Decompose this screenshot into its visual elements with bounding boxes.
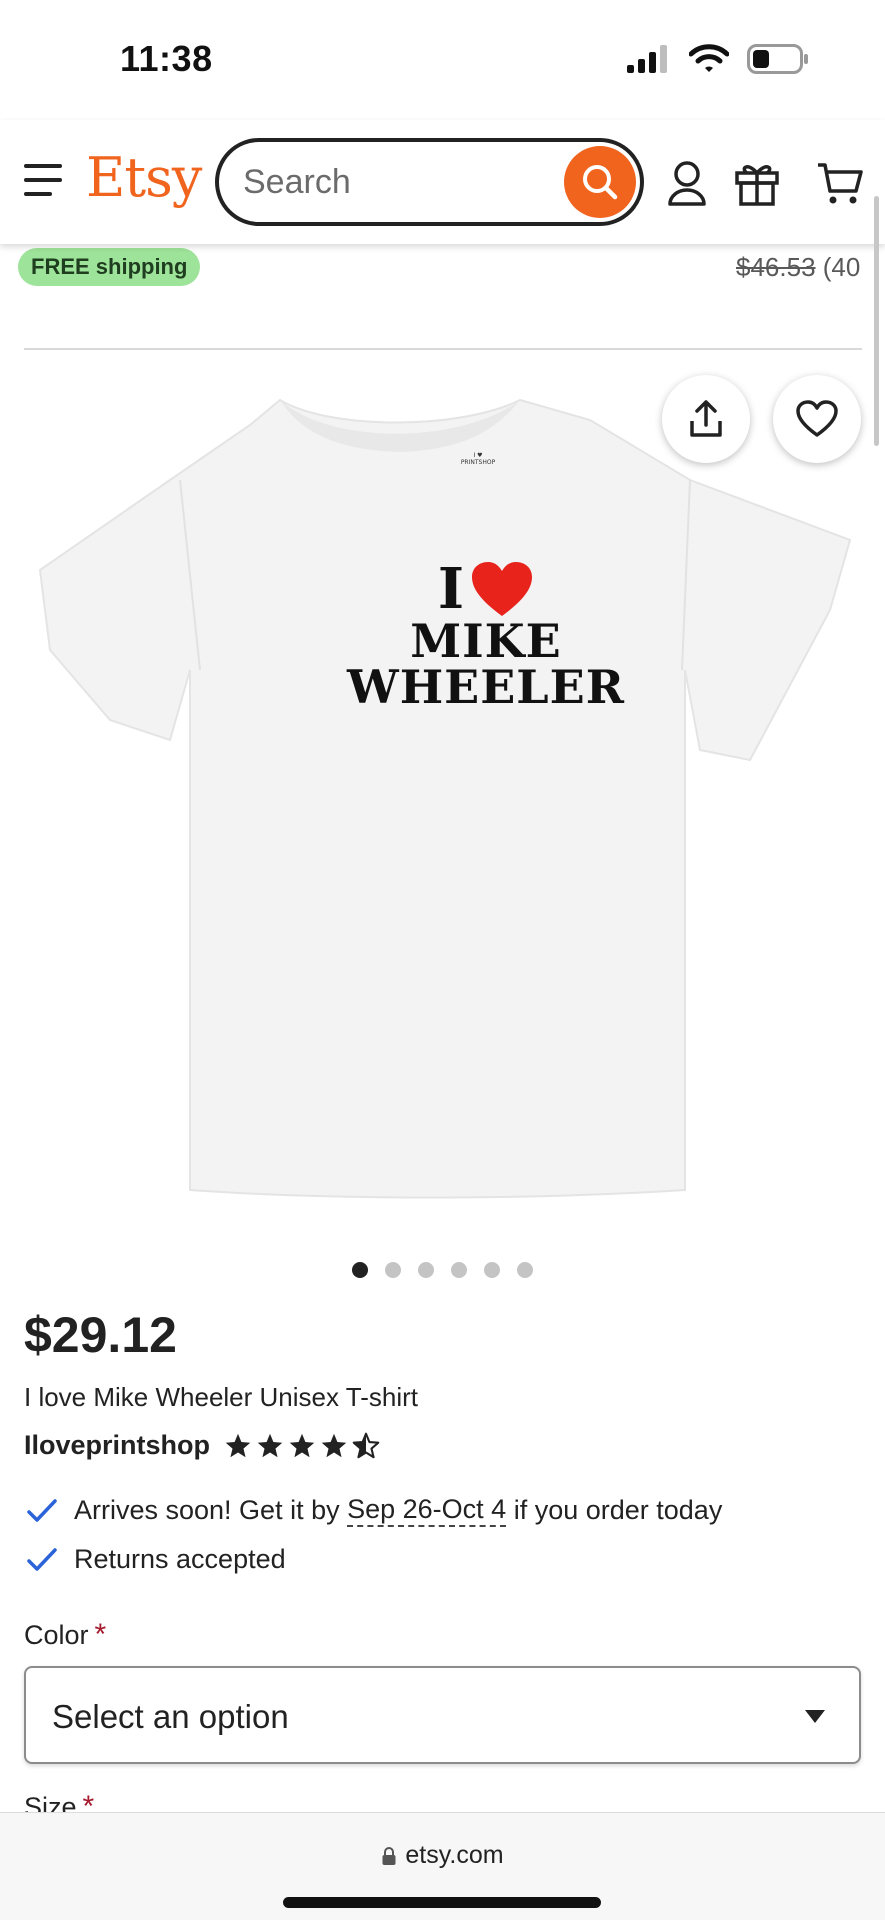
carousel-dot[interactable]	[451, 1262, 467, 1278]
gift-button[interactable]	[732, 158, 782, 208]
home-indicator[interactable]	[283, 1897, 601, 1908]
shop-name-link[interactable]: Iloveprintshop	[24, 1430, 210, 1461]
cart-icon	[818, 163, 863, 204]
star-icon	[289, 1433, 315, 1457]
print-line-1: I	[437, 556, 465, 622]
original-price-value: $46.53	[736, 252, 816, 282]
divider	[24, 348, 862, 350]
star-rating[interactable]	[224, 1432, 380, 1460]
print-line-3: WHEELER	[347, 660, 625, 714]
search-input[interactable]	[243, 160, 543, 204]
battery-icon	[747, 44, 809, 79]
carousel-dot[interactable]	[352, 1262, 368, 1278]
arrival-info: Arrives soon! Get it by Sep 26-Oct 4 if …	[26, 1494, 722, 1527]
wifi-icon	[688, 44, 730, 79]
product-title: I love Mike Wheeler Unisex T-shirt	[24, 1382, 418, 1412]
search-button[interactable]	[564, 146, 636, 218]
shop-row: Iloveprintshop	[24, 1430, 380, 1461]
user-icon	[668, 161, 706, 206]
checkmark-icon	[27, 1498, 57, 1522]
returns-info: Returns accepted	[26, 1544, 286, 1575]
checkmark-icon	[27, 1547, 57, 1571]
menu-button[interactable]	[24, 164, 66, 198]
product-image[interactable]: I ♥ PRINTSHOP I MIKE WHEELER	[30, 370, 861, 1210]
etsy-logo[interactable]: Etsy	[86, 146, 202, 209]
share-icon	[690, 400, 722, 437]
carousel-dot[interactable]	[385, 1262, 401, 1278]
account-button[interactable]	[662, 158, 712, 208]
star-icon	[225, 1433, 251, 1457]
dropdown-arrow-icon	[805, 1710, 825, 1723]
discount-percent: (40	[815, 252, 861, 282]
arrival-prefix: Arrives soon! Get it by	[74, 1495, 348, 1525]
url-text: etsy.com	[405, 1841, 504, 1869]
color-label: Color *	[24, 1618, 106, 1652]
search-bar[interactable]	[215, 138, 644, 226]
product-price: $29.12	[24, 1307, 177, 1363]
carousel-dot[interactable]	[418, 1262, 434, 1278]
shirt-print: I MIKE WHEELER	[330, 560, 642, 710]
tshirt-image	[38, 398, 852, 1199]
carousel-dot[interactable]	[484, 1262, 500, 1278]
menu-icon	[24, 164, 62, 168]
print-line-2: MIKE	[410, 614, 562, 668]
color-select[interactable]: Select an option	[24, 1666, 861, 1764]
star-icon	[257, 1433, 283, 1457]
neck-tag: I ♥ PRINTSHOP	[460, 452, 496, 466]
required-mark: *	[94, 1618, 107, 1651]
url-field[interactable]: etsy.com	[0, 1841, 885, 1870]
returns-text: Returns accepted	[74, 1544, 286, 1574]
color-select-value: Select an option	[52, 1698, 289, 1735]
cart-button[interactable]	[815, 158, 865, 208]
search-icon	[583, 165, 618, 200]
arrival-dates-link[interactable]: Sep 26-Oct 4	[347, 1494, 507, 1527]
carousel-dots	[0, 1262, 885, 1278]
heart-icon	[472, 562, 533, 616]
status-time: 11:38	[120, 38, 213, 79]
carousel-dot[interactable]	[517, 1262, 533, 1278]
status-bar: 11:38	[0, 0, 885, 120]
color-label-text: Color	[24, 1620, 89, 1650]
price-strip: FREE shipping $46.53 (40	[0, 244, 885, 304]
heart-outline-icon	[796, 400, 838, 437]
star-icon	[321, 1433, 347, 1457]
share-button[interactable]	[662, 375, 750, 463]
site-header: Etsy	[0, 120, 885, 244]
browser-bar: etsy.com	[0, 1812, 885, 1920]
gift-icon	[735, 165, 779, 206]
original-price: $46.53 (40	[736, 252, 860, 283]
favorite-button[interactable]	[773, 375, 861, 463]
arrival-suffix: if you order today	[506, 1495, 723, 1525]
signal-icon	[627, 45, 671, 78]
half-star-icon	[352, 1432, 380, 1458]
scrollbar[interactable]	[874, 196, 879, 446]
lock-icon	[382, 1846, 396, 1865]
free-shipping-badge: FREE shipping	[18, 248, 201, 286]
status-icons	[627, 44, 809, 79]
